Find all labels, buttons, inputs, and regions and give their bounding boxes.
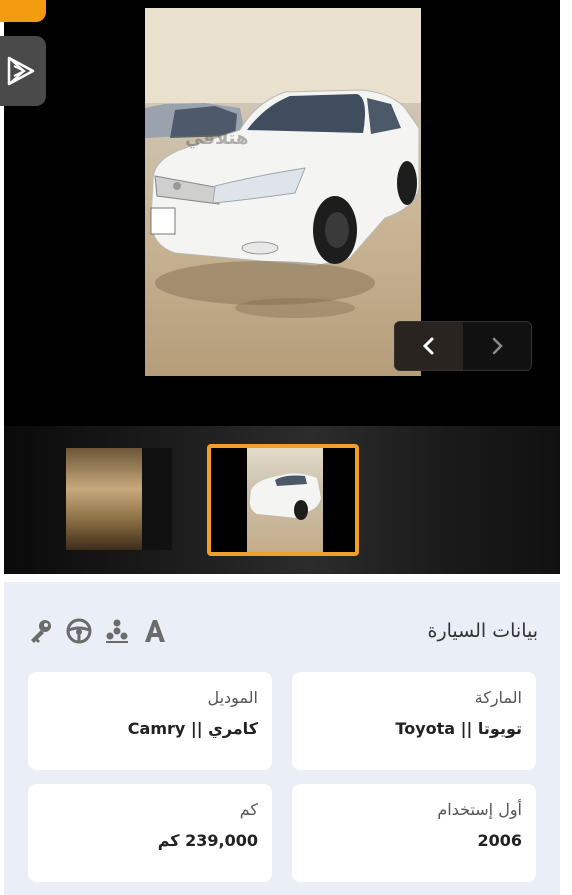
photo-nav-controls	[394, 321, 532, 371]
brand-value: تويوتا || Toyota	[395, 719, 522, 738]
thumbnail-interior-image	[66, 448, 142, 550]
mileage-label: كم	[239, 800, 258, 819]
main-car-photo[interactable]: هتلاقي	[145, 8, 421, 376]
photo-gallery: هتلاقي	[4, 0, 560, 574]
mileage-card: كم 239,000 كم	[28, 784, 272, 882]
brand-card: الماركة تويوتا || Toyota	[292, 672, 536, 770]
favorite-button[interactable]	[0, 0, 46, 22]
prev-photo-button[interactable]	[395, 322, 463, 370]
mileage-value: 239,000 كم	[157, 831, 258, 850]
chevron-right-icon	[492, 337, 503, 355]
first-use-card: أول إستخدام 2006	[292, 784, 536, 882]
brand-label: الماركة	[474, 688, 522, 707]
key-icon[interactable]	[28, 618, 54, 644]
steering-wheel-icon[interactable]	[66, 618, 92, 644]
chevron-left-icon	[422, 337, 434, 355]
play-store-icon	[7, 56, 35, 86]
car-info-section: بيانات السيارة الماركة تويوتا || Toyota …	[4, 582, 560, 895]
thumbnail-active[interactable]	[207, 444, 359, 556]
first-use-value: 2006	[477, 831, 522, 850]
share-button[interactable]	[0, 36, 46, 106]
engine-icon[interactable]	[104, 618, 130, 644]
next-photo-button[interactable]	[463, 322, 531, 370]
thumbnail-car-image	[247, 448, 323, 552]
letter-a-icon[interactable]	[142, 618, 168, 644]
model-label: الموديل	[207, 688, 258, 707]
watermark-logo: هتلاقي	[185, 128, 249, 149]
car-image	[145, 8, 421, 318]
section-title: بيانات السيارة	[427, 620, 538, 642]
model-value: كامري || Camry	[127, 719, 258, 738]
thumbnail-interior[interactable]	[66, 448, 172, 550]
first-use-label: أول إستخدام	[437, 800, 522, 819]
spec-icons-row	[28, 618, 168, 644]
model-card: الموديل كامري || Camry	[28, 672, 272, 770]
thumbnail-strip	[4, 426, 560, 574]
